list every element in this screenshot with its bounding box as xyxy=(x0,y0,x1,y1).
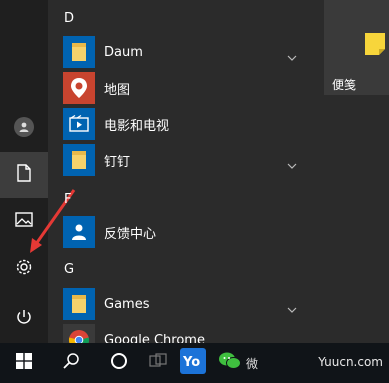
chevron-down-icon[interactable] xyxy=(287,154,297,173)
chrome-icon xyxy=(63,324,95,343)
section-letter-f[interactable]: F xyxy=(64,192,71,207)
search-button[interactable] xyxy=(50,343,92,383)
app-label: Daum xyxy=(104,44,143,60)
section-letter-g[interactable]: G xyxy=(64,262,74,277)
app-label: 反馈中心 xyxy=(104,226,157,242)
folder-icon xyxy=(63,144,95,176)
tiles-area: 便笺 xyxy=(310,0,389,343)
svg-text:Yo: Yo xyxy=(182,355,200,370)
start-button[interactable] xyxy=(0,343,48,383)
app-item-dingtalk[interactable]: 钉钉 xyxy=(63,143,303,177)
windows-start-icon xyxy=(16,353,32,373)
movies-tv-icon xyxy=(63,108,95,140)
taskbar: Yo 微 Yuucn.com xyxy=(0,343,389,383)
maps-icon xyxy=(63,72,95,104)
tile-label: 便笺 xyxy=(332,78,357,92)
task-view-icon xyxy=(149,353,167,373)
wechat-icon xyxy=(218,350,242,376)
app-label: 电影和电视 xyxy=(104,118,170,134)
app-item-maps[interactable]: 地图 xyxy=(63,71,303,105)
app-item-games[interactable]: Games xyxy=(63,287,303,321)
app-label: 钉钉 xyxy=(104,154,131,170)
feedback-hub-icon xyxy=(63,216,95,248)
folder-icon xyxy=(63,288,95,320)
cortana-icon xyxy=(110,352,128,374)
cortana-button[interactable] xyxy=(98,343,140,383)
app-label: Games xyxy=(104,296,150,312)
app-item-feedback-hub[interactable]: 反馈中心 xyxy=(63,215,303,249)
search-icon xyxy=(62,352,80,374)
app-label: Google Chrome xyxy=(104,332,205,344)
app-item-movies-tv[interactable]: 电影和电视 xyxy=(63,107,303,141)
app-item-google-chrome[interactable]: Google Chrome xyxy=(63,323,303,343)
task-view-button[interactable] xyxy=(140,343,176,383)
chevron-down-icon[interactable] xyxy=(287,298,297,317)
yo-app-icon: Yo xyxy=(180,348,206,378)
app-list: D Daum 地图 电影和电视 钉钉 F 反馈中心 G Games Google… xyxy=(55,0,310,343)
wechat-label: 微 xyxy=(246,356,259,371)
folder-icon xyxy=(63,36,95,68)
watermark-text: Yuucn.com xyxy=(318,355,383,369)
sticky-notes-tile[interactable]: 便笺 xyxy=(324,0,389,95)
sticky-notes-icon xyxy=(364,32,386,60)
app-label: 地图 xyxy=(104,82,131,98)
yo-app-button[interactable]: Yo xyxy=(176,343,210,383)
section-letter-d[interactable]: D xyxy=(64,11,74,26)
app-item-daum[interactable]: Daum xyxy=(63,35,303,69)
chevron-down-icon[interactable] xyxy=(287,46,297,65)
wechat-button[interactable]: 微 xyxy=(218,343,270,383)
